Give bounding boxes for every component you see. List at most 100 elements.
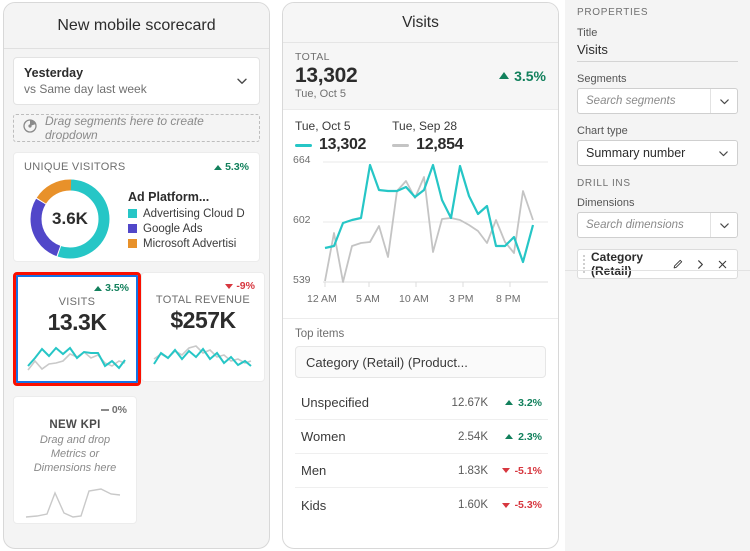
chevron-down-icon [719, 222, 729, 228]
visits-panel-header: Visits [283, 3, 558, 43]
dimension-chip-category-retail[interactable]: Category (Retail) [577, 249, 738, 279]
segments-combobox[interactable]: Search segments [577, 88, 738, 114]
legend-swatch [128, 224, 137, 233]
segments-input[interactable]: Search segments [578, 89, 710, 113]
row-delta: 2.3% [488, 431, 546, 443]
top-items-dimension-value: Category (Retail) (Product... [306, 354, 468, 370]
donut-legend: Ad Platform... Advertising Cloud D Googl… [128, 186, 249, 253]
row-name: Unspecified [301, 395, 369, 410]
row-delta: -5.3% [488, 499, 546, 511]
pencil-icon[interactable] [670, 258, 686, 270]
series-item: Tue, Oct 5 13,302 [295, 119, 366, 154]
new-kpi-tile[interactable]: 0% NEW KPI Drag and drop Metrics or Dime… [13, 396, 137, 524]
x-tick-label: 8 PM [496, 293, 521, 305]
scorecard-header: New mobile scorecard [4, 3, 269, 49]
chevron-down-icon[interactable] [236, 75, 248, 87]
top-items-row[interactable]: Unspecified 12.67K 3.2% [295, 386, 548, 420]
new-kpi-delta: 0% [100, 404, 127, 416]
series-color-line [295, 143, 312, 147]
drag-segments-dropzone[interactable]: Drag segments here to create dropdown [13, 114, 260, 142]
kpi-sparkline [25, 339, 129, 380]
total-label: TOTAL [295, 51, 330, 63]
segments-field-label: Segments [577, 73, 627, 85]
title-field-label: Title [577, 27, 598, 39]
series-legend: Tue, Oct 5 13,302 Tue, Sep 28 12,854 [283, 110, 558, 158]
legend-item: Microsoft Advertisi [128, 238, 249, 250]
legend-swatch [128, 239, 137, 248]
kpi-tile-visits[interactable]: 3.5% VISITS 13.3K [13, 272, 141, 386]
row-delta: -5.1% [488, 465, 546, 477]
triangle-down-icon [501, 468, 510, 473]
series-value: 12,854 [416, 136, 464, 153]
close-icon[interactable] [714, 259, 730, 270]
total-delta: 3.5% [499, 68, 546, 84]
top-items-row[interactable]: Men 1.83K -5.1% [295, 454, 548, 488]
total-date: Tue, Oct 5 [295, 88, 346, 100]
legend-title: Ad Platform... [128, 189, 210, 204]
dimensions-dropdown-button[interactable] [710, 213, 737, 237]
chart-type-select[interactable]: Summary number [577, 140, 738, 166]
dash-icon [100, 409, 109, 411]
visits-line-chart: 664 602 539 12 AM 5 AM 10 AM 3 PM 8 PM [293, 154, 548, 305]
unique-visitors-delta: 5.3% [214, 161, 249, 173]
dimensions-combobox[interactable]: Search dimensions [577, 212, 738, 238]
kpi-tile-total-revenue[interactable]: -9% TOTAL REVENUE $257K [141, 272, 265, 382]
title-input[interactable]: Visits [577, 42, 738, 62]
kpi-value: 13.3K [47, 309, 107, 335]
series-value: 13,302 [319, 136, 367, 153]
y-tick-label: 664 [293, 154, 311, 166]
triangle-down-icon [501, 502, 510, 508]
legend-swatch [128, 209, 137, 218]
chevron-down-icon [719, 98, 729, 104]
row-value: 1.60K [457, 499, 488, 511]
row-value: 2.54K [457, 430, 488, 443]
segments-dropdown-button[interactable] [710, 89, 737, 113]
segment-icon [23, 118, 37, 138]
top-items-row[interactable]: Women 2.54K 2.3% [295, 420, 548, 454]
series-date: Tue, Sep 28 [392, 119, 458, 133]
y-tick-label: 539 [293, 274, 311, 286]
date-range-selector[interactable]: Yesterday vs Same day last week [13, 57, 260, 105]
legend-label: Google Ads [143, 222, 203, 235]
x-tick-label: 12 AM [307, 293, 337, 305]
properties-divider [565, 270, 750, 271]
legend-label: Advertising Cloud D [143, 207, 245, 220]
series-item: Tue, Sep 28 12,854 [392, 119, 464, 154]
date-range-comparison: vs Same day last week [24, 81, 147, 96]
row-name: Women [301, 429, 346, 444]
x-tick-label: 5 AM [356, 293, 380, 305]
series-color-line [392, 143, 410, 147]
chevron-down-icon [719, 150, 728, 156]
top-items-row[interactable]: Kids 1.60K -5.3% [295, 488, 548, 522]
kpi-delta: -9% [225, 280, 255, 292]
chevron-right-icon[interactable] [692, 259, 708, 270]
new-kpi-name: NEW KPI [49, 419, 101, 431]
new-kpi-sparkline [23, 483, 127, 528]
visits-panel-title: Visits [402, 13, 439, 31]
row-name: Kids [301, 497, 327, 513]
triangle-up-icon [214, 164, 223, 170]
scorecard-title: New mobile scorecard [57, 16, 216, 34]
donut-chart: 3.6K [26, 175, 114, 261]
triangle-down-icon [225, 283, 234, 289]
top-items-list: Unspecified 12.67K 3.2% Women 2.54K 2.3%… [295, 386, 548, 522]
unique-visitors-label: UNIQUE VISITORS [24, 161, 126, 173]
kpi-value: $257K [170, 307, 236, 333]
app-root: New mobile scorecard Yesterday vs Same d… [0, 0, 750, 551]
kpi-delta: 3.5% [94, 282, 129, 294]
scorecard-body: Yesterday vs Same day last week Drag seg… [4, 49, 269, 524]
row-value: 12.67K [451, 396, 488, 409]
dimensions-field-label: Dimensions [577, 197, 635, 209]
visits-detail-panel: Visits TOTAL 13,302 Tue, Oct 5 3.5% Tue,… [282, 2, 559, 549]
triangle-up-icon [94, 285, 103, 291]
chart-type-dropdown-button[interactable] [710, 141, 737, 165]
x-tick-label: 10 AM [399, 293, 429, 305]
dimensions-input[interactable]: Search dimensions [578, 213, 710, 237]
triangle-up-icon [505, 400, 514, 405]
donut-center-value: 3.6K [52, 209, 88, 228]
kpi-sparkline [151, 337, 255, 378]
y-tick-label: 602 [293, 214, 311, 226]
top-items-dimension-select[interactable]: Category (Retail) (Product... [295, 346, 546, 378]
unique-visitors-card[interactable]: UNIQUE VISITORS 5.3% 3.6K Ad Platform...… [13, 152, 260, 262]
scorecard-panel: New mobile scorecard Yesterday vs Same d… [3, 2, 270, 549]
